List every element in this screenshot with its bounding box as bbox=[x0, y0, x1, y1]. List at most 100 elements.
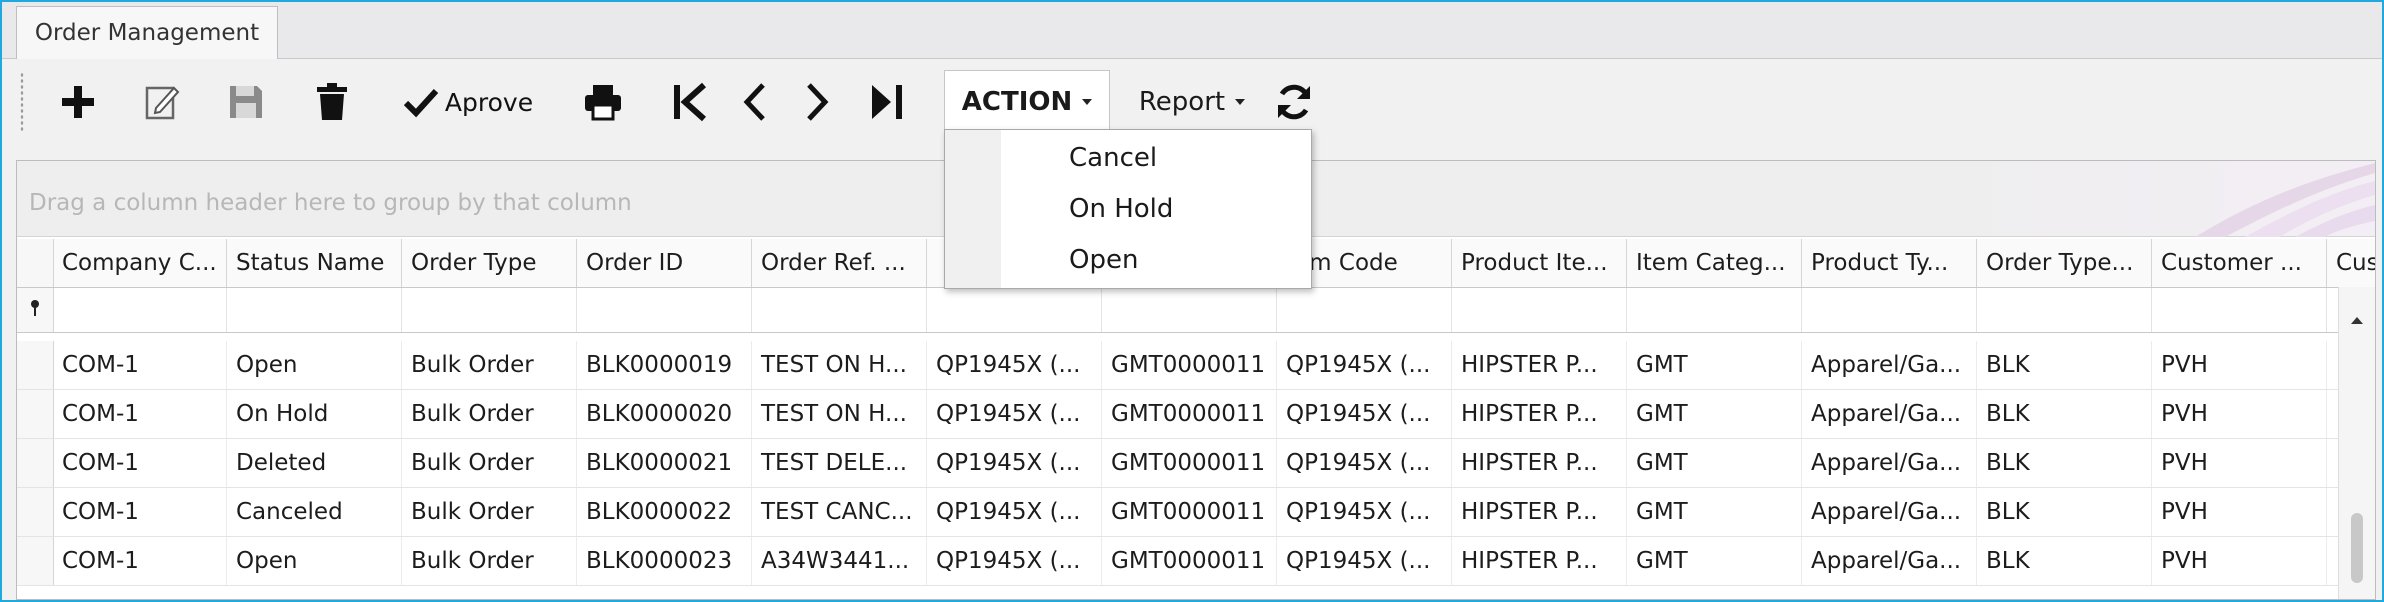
table-cell[interactable]: HIPSTER P... bbox=[1452, 341, 1627, 389]
table-cell[interactable]: Apparel/Ga... bbox=[1802, 390, 1977, 438]
menu-item-open[interactable]: Open bbox=[1003, 235, 1307, 285]
table-cell[interactable]: GMT0000011 bbox=[1102, 488, 1277, 536]
approve-button[interactable]: Aprove bbox=[392, 74, 544, 130]
filter-cell[interactable] bbox=[577, 288, 752, 332]
table-cell[interactable]: PVH bbox=[2152, 488, 2327, 536]
table-cell[interactable]: Canceled bbox=[227, 488, 402, 536]
table-cell[interactable]: QP1945X (... bbox=[1277, 439, 1452, 487]
table-cell[interactable]: BLK bbox=[1977, 439, 2152, 487]
table-cell[interactable]: QP1945X (... bbox=[1277, 537, 1452, 585]
row-indicator[interactable] bbox=[17, 341, 54, 389]
table-cell[interactable]: A34W3441... bbox=[752, 537, 927, 585]
table-cell[interactable]: GMT bbox=[1627, 537, 1802, 585]
last-record-button[interactable] bbox=[864, 74, 910, 130]
table-cell[interactable]: BLK0000019 bbox=[577, 341, 752, 389]
scroll-up-icon[interactable] bbox=[2351, 317, 2363, 324]
filter-cell[interactable] bbox=[2152, 288, 2327, 332]
menu-item-on-hold[interactable]: On Hold bbox=[1003, 184, 1307, 234]
table-cell[interactable]: QP1945X (... bbox=[927, 390, 1102, 438]
table-cell[interactable]: Open bbox=[227, 537, 402, 585]
action-menu-button[interactable]: ACTION bbox=[944, 70, 1110, 133]
table-cell[interactable]: TEST DELE... bbox=[752, 439, 927, 487]
row-indicator[interactable] bbox=[17, 488, 54, 536]
table-cell[interactable]: QP1945X (... bbox=[1277, 488, 1452, 536]
delete-button[interactable] bbox=[306, 74, 358, 130]
vertical-scrollbar[interactable] bbox=[2338, 287, 2375, 599]
prev-record-button[interactable] bbox=[734, 74, 774, 130]
table-cell[interactable]: Bulk Order bbox=[402, 390, 577, 438]
table-cell[interactable]: QP1945X (... bbox=[927, 537, 1102, 585]
save-button[interactable] bbox=[220, 74, 272, 130]
table-cell[interactable]: Deleted bbox=[227, 439, 402, 487]
table-cell[interactable]: GMT bbox=[1627, 439, 1802, 487]
column-header[interactable]: Company C... bbox=[53, 239, 227, 287]
table-cell[interactable]: QP1945X (... bbox=[1277, 390, 1452, 438]
table-cell[interactable]: QP1945X (... bbox=[927, 341, 1102, 389]
filter-cell[interactable] bbox=[1802, 288, 1977, 332]
table-cell[interactable]: COM-1 bbox=[53, 537, 227, 585]
refresh-button[interactable] bbox=[1268, 74, 1320, 130]
report-menu-button[interactable]: Report bbox=[1126, 74, 1258, 130]
table-cell[interactable]: Bulk Order bbox=[402, 439, 577, 487]
table-cell[interactable]: Apparel/Ga... bbox=[1802, 537, 1977, 585]
table-cell[interactable]: BLK bbox=[1977, 537, 2152, 585]
table-cell[interactable]: GMT0000011 bbox=[1102, 341, 1277, 389]
table-cell[interactable]: BLK0000021 bbox=[577, 439, 752, 487]
table-cell[interactable]: GMT0000011 bbox=[1102, 390, 1277, 438]
filter-cell[interactable] bbox=[1277, 288, 1452, 332]
scroll-thumb[interactable] bbox=[2351, 513, 2363, 583]
table-row[interactable]: COM-1 Deleted Bulk Order BLK0000021 TEST DEL… bbox=[17, 439, 2339, 488]
table-cell[interactable]: GMT0000011 bbox=[1102, 537, 1277, 585]
table-cell[interactable]: COM-1 bbox=[53, 488, 227, 536]
table-cell[interactable]: TEST CANC... bbox=[752, 488, 927, 536]
filter-cell[interactable] bbox=[927, 288, 1102, 332]
column-header[interactable]: Order Ref. ... bbox=[752, 239, 927, 287]
table-cell[interactable]: HIPSTER P... bbox=[1452, 390, 1627, 438]
table-row[interactable]: COM-1 Open Bulk Order BLK0000019 TEST ON H..… bbox=[17, 341, 2339, 390]
row-indicator[interactable] bbox=[17, 439, 54, 487]
table-cell[interactable]: Open bbox=[227, 341, 402, 389]
table-row[interactable]: COM-1 Canceled Bulk Order BLK0000022 TEST CA… bbox=[17, 488, 2339, 537]
table-row[interactable]: COM-1 Open Bulk Order BLK0000023 A34W3441...… bbox=[17, 537, 2339, 586]
table-cell[interactable]: COM-1 bbox=[53, 390, 227, 438]
table-cell[interactable]: GMT bbox=[1627, 488, 1802, 536]
table-row[interactable]: COM-1 On Hold Bulk Order BLK0000020 TEST ON … bbox=[17, 390, 2339, 439]
table-cell[interactable]: Bulk Order bbox=[402, 537, 577, 585]
table-cell[interactable]: HIPSTER P... bbox=[1452, 537, 1627, 585]
table-cell[interactable]: Bulk Order bbox=[402, 488, 577, 536]
filter-cell[interactable] bbox=[53, 288, 227, 332]
column-header[interactable]: Customer ... bbox=[2152, 239, 2327, 287]
column-header[interactable]: Status Name bbox=[227, 239, 402, 287]
table-cell[interactable]: TEST ON H... bbox=[752, 390, 927, 438]
column-header[interactable]: Order Type... bbox=[1977, 239, 2152, 287]
table-cell[interactable]: TEST ON H... bbox=[752, 341, 927, 389]
next-record-button[interactable] bbox=[798, 74, 838, 130]
toolbar-grip[interactable] bbox=[20, 72, 24, 132]
column-header[interactable]: Order Type bbox=[402, 239, 577, 287]
column-header[interactable]: Order ID bbox=[577, 239, 752, 287]
filter-cell[interactable] bbox=[752, 288, 927, 332]
print-button[interactable] bbox=[576, 74, 630, 130]
table-cell[interactable]: BLK bbox=[1977, 488, 2152, 536]
column-header[interactable]: Item Categ... bbox=[1627, 239, 1802, 287]
table-cell[interactable]: BLK0000023 bbox=[577, 537, 752, 585]
table-cell[interactable]: HIPSTER P... bbox=[1452, 488, 1627, 536]
table-cell[interactable]: PVH bbox=[2152, 439, 2327, 487]
edit-button[interactable] bbox=[136, 74, 188, 130]
table-cell[interactable]: Bulk Order bbox=[402, 341, 577, 389]
table-cell[interactable]: BLK0000020 bbox=[577, 390, 752, 438]
table-cell[interactable]: BLK bbox=[1977, 390, 2152, 438]
table-cell[interactable]: BLK bbox=[1977, 341, 2152, 389]
row-indicator[interactable] bbox=[17, 390, 54, 438]
table-cell[interactable]: PVH bbox=[2152, 341, 2327, 389]
table-cell[interactable]: HIPSTER P... bbox=[1452, 439, 1627, 487]
table-cell[interactable]: GMT bbox=[1627, 341, 1802, 389]
table-cell[interactable]: GMT bbox=[1627, 390, 1802, 438]
add-button[interactable] bbox=[52, 74, 104, 130]
filter-cell[interactable] bbox=[402, 288, 577, 332]
filter-cell[interactable] bbox=[227, 288, 402, 332]
filter-cell[interactable] bbox=[1977, 288, 2152, 332]
row-indicator[interactable] bbox=[17, 537, 54, 585]
table-cell[interactable]: Apparel/Ga... bbox=[1802, 439, 1977, 487]
table-cell[interactable]: QP1945X (... bbox=[1277, 341, 1452, 389]
